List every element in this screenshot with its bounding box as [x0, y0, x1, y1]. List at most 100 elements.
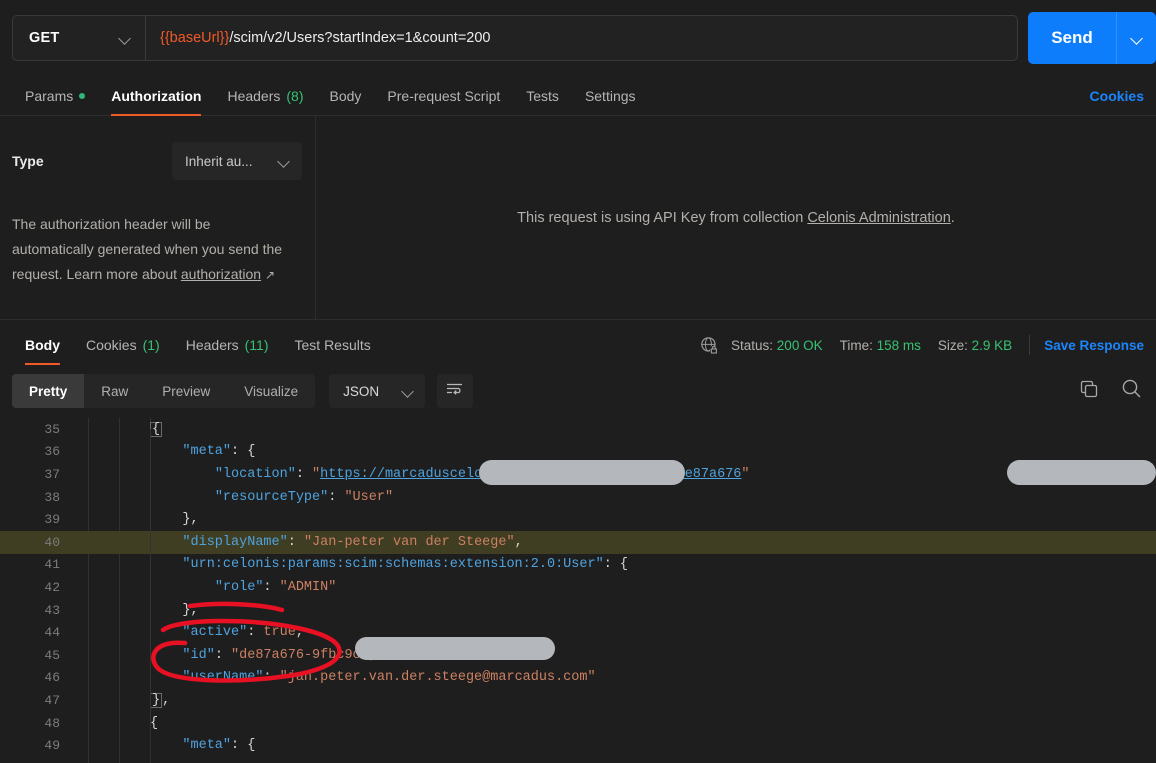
auth-description: The authorization header will be automat…	[12, 212, 292, 288]
http-method-selector[interactable]: GET	[12, 15, 145, 61]
redaction-bar	[355, 637, 555, 660]
response-tab-body[interactable]: Body	[12, 337, 73, 365]
code-line: 42 "role": "ADMIN"	[0, 576, 1156, 599]
code-text: "userName": "jan.peter.van.der.steege@ma…	[150, 670, 1156, 685]
search-button[interactable]	[1121, 378, 1142, 404]
url-bar: GET {{baseUrl}}/scim/v2/Users?startIndex…	[0, 0, 1156, 76]
send-button[interactable]: Send	[1028, 12, 1116, 64]
response-tab-cookies[interactable]: Cookies (1)	[73, 337, 173, 364]
status-value: 200 OK	[776, 337, 823, 353]
status-item: Status: 200 OK	[731, 338, 823, 353]
code-token: :	[287, 534, 304, 550]
auth-settings-panel: Type Inherit au... The authorization hea…	[0, 116, 316, 319]
fold-brace: {	[150, 421, 163, 437]
line-number: 48	[44, 715, 60, 731]
response-actions	[1079, 364, 1142, 418]
request-tabs: Params Authorization Headers (8) Body Pr…	[0, 76, 1156, 116]
code-token: "meta"	[182, 738, 232, 754]
collection-link[interactable]: Celonis Administration	[807, 210, 950, 226]
auth-type-value: Inherit au...	[185, 153, 253, 169]
tab-label: Pre-request Script	[387, 88, 501, 104]
code-token: :	[263, 579, 280, 595]
code-token: ,	[162, 692, 171, 708]
authorization-pane: Type Inherit au... The authorization hea…	[0, 116, 1156, 320]
tab-params[interactable]: Params	[12, 88, 98, 115]
code-text: {	[150, 716, 1156, 731]
code-text: "meta": {	[150, 444, 1156, 459]
tab-headers[interactable]: Headers (8)	[214, 88, 316, 115]
size-value: 2.9 KB	[971, 337, 1013, 353]
code-text: "role": "ADMIN"	[150, 580, 1156, 595]
time-value: 158 ms	[876, 337, 921, 353]
line-number: 45	[44, 647, 60, 663]
code-text: },	[150, 692, 1156, 708]
code-token: :	[328, 489, 345, 505]
tab-label: Headers	[227, 88, 281, 104]
code-token: "urn:celonis:params:scim:schemas:extensi…	[182, 557, 604, 573]
code-line: 44 "active": true,	[0, 621, 1156, 644]
code-token: "User"	[344, 489, 394, 505]
tab-label: Test Results	[294, 337, 371, 353]
tab-label: Tests	[526, 88, 559, 104]
response-tab-headers[interactable]: Headers (11)	[173, 337, 282, 364]
code-token: "active"	[182, 625, 248, 641]
view-preview[interactable]: Preview	[145, 374, 227, 408]
code-line: 45 "id": "de87a676-9fbc9c",	[0, 644, 1156, 667]
response-body-code[interactable]: 35{36 "meta": {37 "location": "https://m…	[0, 418, 1156, 763]
code-line: 39 },	[0, 508, 1156, 531]
code-text: {	[150, 421, 1156, 437]
chevron-down-icon	[119, 32, 131, 44]
view-visualize[interactable]: Visualize	[227, 374, 315, 408]
cookies-link[interactable]: Cookies	[1090, 88, 1144, 104]
line-number: 40	[44, 534, 60, 550]
view-raw[interactable]: Raw	[84, 374, 145, 408]
code-token: "userName"	[182, 670, 264, 686]
code-text: "id": "de87a676-9fbc9c",	[150, 648, 1156, 663]
tab-tests[interactable]: Tests	[513, 88, 572, 115]
response-tabs-bar: Body Cookies (1) Headers (11) Test Resul…	[0, 320, 1156, 365]
tab-body[interactable]: Body	[317, 88, 375, 115]
format-select[interactable]: JSON	[329, 374, 426, 408]
code-line: 38 "resourceType": "User"	[0, 486, 1156, 509]
chevron-down-icon	[402, 385, 414, 397]
code-token: true	[263, 625, 296, 641]
save-response-button[interactable]: Save Response	[1044, 338, 1144, 353]
code-text: "resourceType": "User"	[150, 490, 1156, 505]
code-line: 35 {	[0, 418, 1156, 441]
send-options-button[interactable]	[1116, 12, 1156, 64]
code-token: "de87a676-9fbc	[231, 647, 345, 663]
tab-settings[interactable]: Settings	[572, 88, 649, 115]
tab-label: Body	[25, 337, 60, 353]
auth-type-label: Type	[12, 153, 44, 169]
view-pretty[interactable]: Pretty	[12, 374, 85, 408]
code-line: 47},	[0, 689, 1156, 712]
code-token: "id"	[182, 647, 215, 663]
tab-pre-request-script[interactable]: Pre-request Script	[374, 88, 513, 115]
wrap-text-button[interactable]	[437, 374, 474, 408]
code-text: },	[150, 603, 1156, 618]
copy-button[interactable]	[1079, 379, 1099, 404]
tab-label: Cookies	[86, 337, 137, 353]
auth-type-select[interactable]: Inherit au...	[172, 142, 302, 180]
line-number: 41	[44, 557, 60, 573]
line-number: 35	[44, 421, 60, 437]
url-input[interactable]: {{baseUrl}}/scim/v2/Users?startIndex=1&c…	[145, 15, 1018, 61]
copy-icon	[1079, 379, 1099, 404]
line-number: 46	[44, 670, 60, 686]
size-item: Size: 2.9 KB	[938, 338, 1012, 353]
tab-authorization[interactable]: Authorization	[98, 88, 214, 116]
url-variable: {{baseUrl}}	[160, 30, 230, 46]
code-line: 49 "meta": {	[0, 734, 1156, 757]
code-text: "meta": {	[150, 738, 1156, 753]
tab-label: Params	[25, 88, 74, 104]
modified-dot-icon	[79, 93, 86, 99]
code-line: 48 {	[0, 712, 1156, 735]
authorization-docs-link[interactable]: authorization	[181, 266, 261, 282]
tab-badge: (11)	[244, 337, 269, 353]
response-tab-test-results[interactable]: Test Results	[282, 337, 384, 364]
tab-label: Body	[329, 88, 362, 104]
tab-badge: (8)	[286, 88, 304, 104]
format-value: JSON	[343, 383, 380, 399]
code-token: :	[214, 647, 232, 663]
external-link-icon: ↗	[264, 268, 276, 282]
